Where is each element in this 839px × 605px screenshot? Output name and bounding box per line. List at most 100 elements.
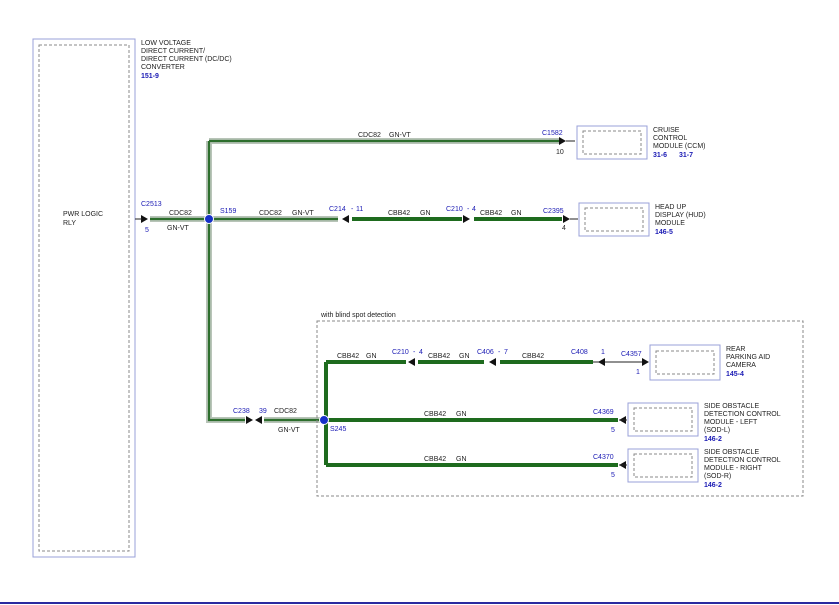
separator-c210-hud: - xyxy=(467,206,470,213)
sod-left-module[interactable] xyxy=(627,402,699,437)
pwr-logic-rly-label-1: PWR LOGIC xyxy=(63,211,103,218)
camera-ref[interactable]: 145-4 xyxy=(726,371,744,378)
pin-c2395: 4 xyxy=(562,225,566,232)
circuit-cbb42-camera-2: CBB42 xyxy=(428,353,450,360)
arrow-c210-right xyxy=(463,215,470,223)
arrow-c408 xyxy=(598,358,605,366)
converter-title-1: LOW VOLTAGE xyxy=(141,40,191,47)
separator-c210-camera: - xyxy=(413,349,416,356)
circuit-cdc82-c238: CDC82 xyxy=(274,408,297,415)
pin-c4357: 1 xyxy=(636,369,640,376)
arrow-c238-mate xyxy=(255,416,262,424)
pin-c210-hud: 4 xyxy=(472,206,476,213)
camera-label-3: CAMERA xyxy=(726,362,756,369)
pin-c4370: 5 xyxy=(611,472,615,479)
connector-c4357: C4357 xyxy=(621,351,642,358)
arrow-c2395 xyxy=(563,215,570,223)
splice-s245-label: S245 xyxy=(330,426,346,433)
hud-label-2: DISPLAY (HUD) xyxy=(655,212,706,219)
circuit-cbb42-hud-2: CBB42 xyxy=(480,210,502,217)
color-gn-sodl: GN xyxy=(456,411,467,418)
connector-c2395: C2395 xyxy=(543,208,564,215)
hud-label-1: HEAD UP xyxy=(655,204,686,211)
circuit-cbb42-camera-3: CBB42 xyxy=(522,353,544,360)
ccm-label-3: MODULE (CCM) xyxy=(653,143,706,150)
arrow-c214-left xyxy=(342,215,349,223)
color-gnvt-top: GN-VT xyxy=(389,132,412,139)
connector-c214: C214 xyxy=(329,206,346,213)
circuit-cbb42-sodr: CBB42 xyxy=(424,456,446,463)
converter-title-3: DIRECT CURRENT (DC/DC) xyxy=(141,56,232,63)
converter-ref[interactable]: 151-9 xyxy=(141,73,159,80)
sodl-ref[interactable]: 146-2 xyxy=(704,436,722,443)
converter-title-4: CONVERTER xyxy=(141,64,185,71)
color-gnvt-converter: GN-VT xyxy=(167,225,190,232)
sodl-label-1: SIDE OBSTACLE xyxy=(704,403,759,410)
color-gnvt-hud: GN-VT xyxy=(292,210,315,217)
circuit-cdc82-converter: CDC82 xyxy=(169,210,192,217)
wiring-diagram: PWR LOGIC RLY LOW VOLTAGE DIRECT CURRENT… xyxy=(0,38,839,604)
splice-s159-label: S159 xyxy=(220,208,236,215)
sodr-label-3: MODULE - RIGHT xyxy=(704,465,763,472)
connector-c210-hud: C210 xyxy=(446,206,463,213)
pin-c238: 39 xyxy=(259,408,267,415)
arrow-c1582 xyxy=(559,137,566,145)
ccm-module[interactable] xyxy=(576,125,648,160)
arrow-c238 xyxy=(246,416,253,424)
ccm-label-1: CRUISE xyxy=(653,127,680,134)
color-gnvt-c238: GN-VT xyxy=(278,427,301,434)
converter-title-2: DIRECT CURRENT/ xyxy=(141,48,205,55)
color-gn-hud-2: GN xyxy=(511,210,522,217)
sodr-label-2: DETECTION CONTROL xyxy=(704,457,781,464)
ccm-ref-1[interactable]: 31-6 xyxy=(653,152,667,159)
color-gn-camera-1: GN xyxy=(366,353,377,360)
splice-s245 xyxy=(319,415,329,425)
pin-c4369: 5 xyxy=(611,427,615,434)
sodl-label-3: MODULE - LEFT xyxy=(704,419,758,426)
splice-s159 xyxy=(204,214,214,224)
connector-c408: C408 xyxy=(571,349,588,356)
arrow-c406 xyxy=(489,358,496,366)
pin-c406: 7 xyxy=(504,349,508,356)
color-gn-camera-2: GN xyxy=(459,353,470,360)
circuit-cdc82-hud: CDC82 xyxy=(259,210,282,217)
hud-label-3: MODULE xyxy=(655,220,685,227)
sodr-label-4: (SOD-R) xyxy=(704,473,731,480)
connector-c4369: C4369 xyxy=(593,409,614,416)
circuit-cbb42-sodl: CBB42 xyxy=(424,411,446,418)
connector-c2513: C2513 xyxy=(141,201,162,208)
pin-c214: 11 xyxy=(356,206,363,213)
hud-ref[interactable]: 146-5 xyxy=(655,229,673,236)
connector-c4370: C4370 xyxy=(593,454,614,461)
pin-c2513: 5 xyxy=(145,227,149,234)
trunk-wires xyxy=(150,138,560,423)
arrow-c2513 xyxy=(141,215,148,223)
pin-c1582: 10 xyxy=(556,149,564,156)
ccm-label-2: CONTROL xyxy=(653,135,687,142)
arrow-c210-camera xyxy=(408,358,415,366)
hud-module[interactable] xyxy=(578,202,650,237)
pwr-logic-rly-label-2: RLY xyxy=(63,220,76,227)
sodr-ref[interactable]: 146-2 xyxy=(704,482,722,489)
connector-c1582: C1582 xyxy=(542,130,563,137)
connector-c406: C406 xyxy=(477,349,494,356)
sodr-label-1: SIDE OBSTACLE xyxy=(704,449,759,456)
circuit-cbb42-hud-1: CBB42 xyxy=(388,210,410,217)
blind-spot-label: with blind spot detection xyxy=(320,312,396,319)
rear-camera-module[interactable] xyxy=(649,344,721,381)
sodl-label-4: (SOD-L) xyxy=(704,427,730,434)
separator-c406: - xyxy=(498,349,501,356)
pin-c210-camera: 4 xyxy=(419,349,423,356)
circuit-cbb42-camera-1: CBB42 xyxy=(337,353,359,360)
arrow-c4357 xyxy=(642,358,649,366)
circuit-cdc82-top: CDC82 xyxy=(358,132,381,139)
camera-label-1: REAR xyxy=(726,346,745,353)
connector-c238: C238 xyxy=(233,408,250,415)
sodl-label-2: DETECTION CONTROL xyxy=(704,411,781,418)
color-gn-sodr: GN xyxy=(456,456,467,463)
pin-c408: 1 xyxy=(601,349,605,356)
sod-right-module[interactable] xyxy=(627,448,699,483)
ccm-ref-2[interactable]: 31-7 xyxy=(679,152,693,159)
dcdc-converter-module[interactable]: PWR LOGIC RLY xyxy=(32,38,136,558)
connector-c210-camera: C210 xyxy=(392,349,409,356)
